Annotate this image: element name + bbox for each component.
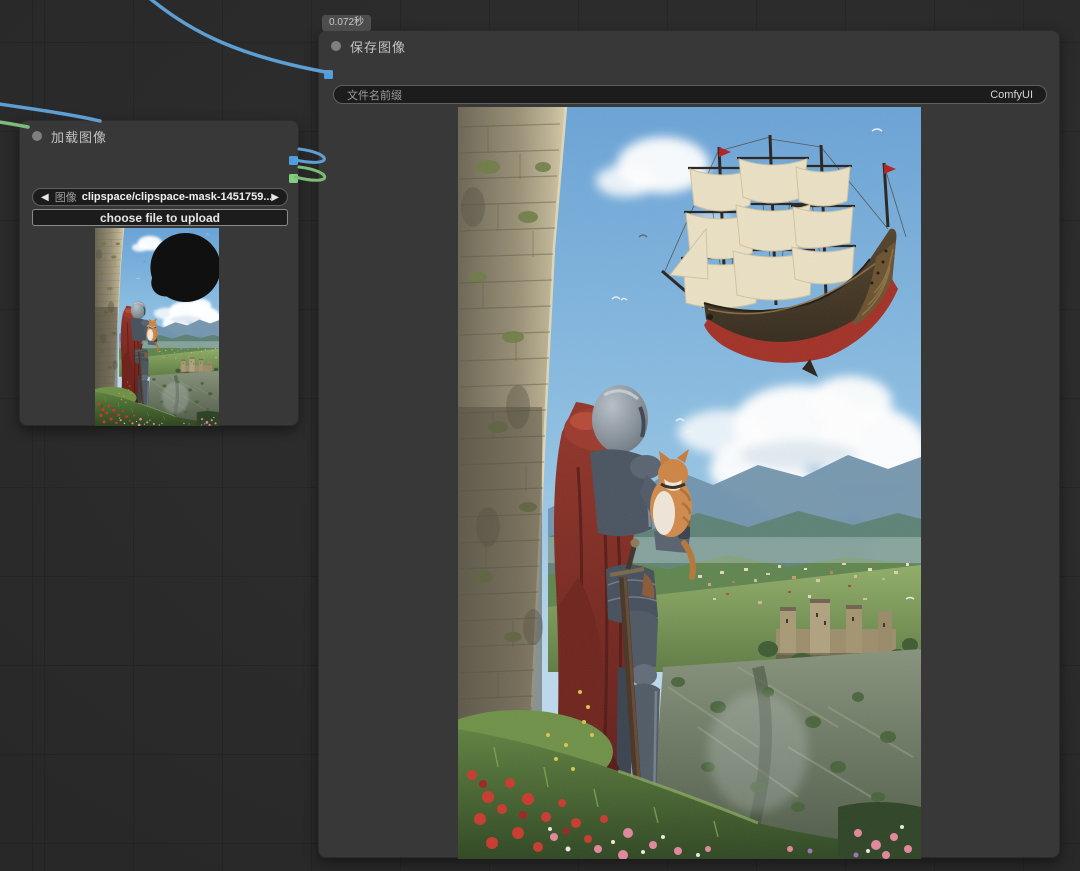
collapse-dot[interactable] [32,131,42,141]
node-title: 加载图像 [51,129,108,145]
prev-arrow-icon[interactable]: ◀ [41,192,49,203]
image-output-port[interactable] [289,156,298,165]
collapse-dot[interactable] [331,41,341,51]
saved-image-preview [458,107,921,859]
widget-label: 文件名前缀 [347,89,402,102]
mask-output-port[interactable] [289,174,298,183]
inpaint-mask-blob [150,233,219,302]
widget-value: ComfyUI [990,88,1033,101]
execution-time-badge: 0.072秒 [322,15,372,31]
filename-prefix-widget[interactable]: 文件名前缀 ComfyUI [333,85,1047,104]
load-image-node-header[interactable]: 加载图像 [20,121,298,151]
loaded-image-preview [95,228,219,426]
combo-label: 图像 [54,192,77,204]
image-combo-widget[interactable]: ◀ 图像 clipspace/clipspace-mask-1451759...… [32,188,288,206]
load-image-node[interactable]: 加载图像 ◀ 图像 clipspace/clipspace-mask-14517… [19,120,299,426]
combo-value: clipspace/clipspace-mask-1451759... [81,191,272,203]
choose-file-button[interactable]: choose file to upload [32,209,288,226]
save-image-node[interactable]: 保存图像 文件名前缀 ComfyUI [318,30,1060,859]
node-title: 保存图像 [350,39,407,55]
next-arrow-icon[interactable]: ▶ [271,192,279,203]
image-input-port[interactable] [324,70,333,79]
save-image-node-header[interactable]: 保存图像 [319,31,1059,61]
